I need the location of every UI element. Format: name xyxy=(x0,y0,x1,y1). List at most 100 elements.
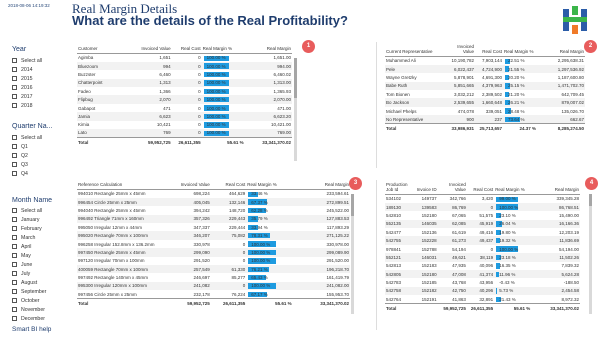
checkbox[interactable] xyxy=(12,244,17,249)
checkbox[interactable] xyxy=(12,280,17,285)
cell-rc: 0 xyxy=(198,105,201,111)
month-option[interactable]: December xyxy=(12,314,46,323)
month-option[interactable]: January xyxy=(12,215,46,224)
table-row: No Representative 900 237 73.64 % 662.67 xyxy=(385,115,585,124)
column-header[interactable]: Real Margin % xyxy=(201,46,245,54)
checkbox[interactable] xyxy=(12,153,17,158)
margin-percent: 100.00 % xyxy=(206,122,226,128)
cell-rm: 6,623.20 xyxy=(244,112,292,121)
month-option[interactable]: June xyxy=(12,260,46,269)
column-header[interactable]: Real Margin xyxy=(292,182,350,190)
margin-percent: 5.73 % xyxy=(499,288,514,294)
cell-rm: 127,883.53 xyxy=(292,214,350,224)
cell-rm: 233,594.61 xyxy=(326,191,349,197)
year-option[interactable]: Select all xyxy=(12,56,42,65)
margin-percent-cell: 21.43 % xyxy=(494,295,531,303)
column-header[interactable]: Real Margin xyxy=(244,46,292,54)
year-option[interactable]: 2018 xyxy=(12,101,42,110)
cell-iv: 330,978 xyxy=(193,241,210,247)
panel-3-scrollbar[interactable] xyxy=(351,194,354,314)
checkbox[interactable] xyxy=(12,103,17,108)
month-option[interactable]: August xyxy=(12,278,46,287)
checkbox[interactable] xyxy=(12,289,17,294)
column-header[interactable]: Real Margin % xyxy=(494,182,532,195)
table-row: Agimba 1,651 0 100.00 % 1,651.00 xyxy=(77,54,292,62)
year-option[interactable]: 2015 xyxy=(12,74,42,83)
page-subtitle: What are the details of the Real Profita… xyxy=(72,13,348,28)
margin-percent-cell: 62.28 % xyxy=(246,206,292,214)
quarter-option[interactable]: Q4 xyxy=(12,169,42,178)
checkbox[interactable] xyxy=(12,271,17,276)
column-header[interactable]: Invoiced Value xyxy=(132,46,172,54)
total-rc: 26,611,355 xyxy=(171,136,202,147)
checkbox[interactable] xyxy=(12,67,17,72)
checkbox[interactable] xyxy=(12,307,17,312)
month-option[interactable]: March xyxy=(12,233,46,242)
column-header[interactable]: Invoiced Value xyxy=(172,182,211,190)
quarter-option[interactable]: Q1 xyxy=(12,142,42,151)
column-header[interactable]: Real Cost xyxy=(466,182,495,195)
checkbox[interactable] xyxy=(12,262,17,267)
year-option[interactable]: 2017 xyxy=(12,92,42,101)
panel-4-scrollbar[interactable] xyxy=(589,194,592,314)
column-header[interactable]: Customer xyxy=(77,46,133,54)
month-option[interactable]: November xyxy=(12,305,46,314)
checkbox[interactable] xyxy=(12,217,17,222)
quarter-option[interactable]: Select all xyxy=(12,133,42,142)
margin-percent: 62.28 % xyxy=(251,207,268,213)
checkbox[interactable] xyxy=(12,144,17,149)
month-option[interactable]: April xyxy=(12,242,46,251)
column-header[interactable]: Real Margin % xyxy=(246,182,293,190)
checkbox[interactable] xyxy=(12,58,17,63)
table-row: 996454 Circle 25mm x 25mm 405,045 132,146 6… xyxy=(77,197,350,207)
panel-1-scrollbar[interactable] xyxy=(294,58,297,161)
cell-j: 542783 xyxy=(386,280,402,286)
cell-c: Gabapot xyxy=(78,105,96,111)
checkbox[interactable] xyxy=(12,253,17,258)
month-option[interactable]: October xyxy=(12,296,46,305)
checkbox[interactable] xyxy=(12,226,17,231)
option-label: May xyxy=(21,252,31,259)
month-option[interactable]: May xyxy=(12,251,46,260)
quarter-option[interactable]: Q3 xyxy=(12,160,42,169)
column-header[interactable]: Production Job Id xyxy=(385,182,411,195)
total-rc: 25,713,657 xyxy=(475,123,503,133)
column-header[interactable]: Real Margin xyxy=(531,182,580,195)
cell-rm: 155,953.70 xyxy=(326,291,349,297)
column-header[interactable]: Real Cost xyxy=(475,44,503,57)
cell-rc: 0 xyxy=(171,61,202,71)
option-label: August xyxy=(21,279,38,286)
column-header[interactable]: Real Cost xyxy=(171,46,202,54)
checkbox[interactable] xyxy=(12,162,17,167)
checkbox[interactable] xyxy=(12,85,17,90)
margin-percent-cell: 100.00 % xyxy=(202,104,245,112)
checkbox[interactable] xyxy=(12,208,17,213)
month-option[interactable]: September xyxy=(12,287,46,296)
checkbox[interactable] xyxy=(12,171,17,176)
cell-iv: 10,190,782 xyxy=(451,58,474,64)
month-option[interactable]: February xyxy=(12,224,46,233)
cell-rm: 1,187,600.80 xyxy=(557,74,584,80)
column-header[interactable]: Invoiced Value xyxy=(445,44,475,57)
checkbox[interactable] xyxy=(12,135,17,140)
year-option[interactable]: 2016 xyxy=(12,83,42,92)
checkbox[interactable] xyxy=(12,94,17,99)
month-option[interactable]: July xyxy=(12,269,46,278)
checkbox[interactable] xyxy=(12,235,17,240)
quarter-option[interactable]: Q2 xyxy=(12,151,42,160)
column-header[interactable]: Invoiced Value xyxy=(437,182,467,195)
year-option[interactable]: 2014 xyxy=(12,65,42,74)
column-header[interactable]: Current Representative xyxy=(385,44,445,57)
smart-bi-help-link[interactable]: Smart BI help xyxy=(12,326,51,333)
column-header[interactable]: Reference Calculation xyxy=(77,182,173,190)
checkbox[interactable] xyxy=(12,316,17,321)
column-header[interactable]: Invoice ID xyxy=(410,182,438,195)
month-option[interactable]: Select all xyxy=(12,206,46,215)
column-header[interactable]: Real Margin % xyxy=(503,44,537,57)
checkbox[interactable] xyxy=(12,76,17,81)
column-header[interactable]: Real Cost xyxy=(210,182,247,190)
checkbox[interactable] xyxy=(12,298,17,303)
cell-rm: 245,522.00 xyxy=(326,207,349,213)
margin-percent: 33.46 % xyxy=(251,191,268,197)
column-header[interactable]: Real Margin xyxy=(537,44,585,57)
